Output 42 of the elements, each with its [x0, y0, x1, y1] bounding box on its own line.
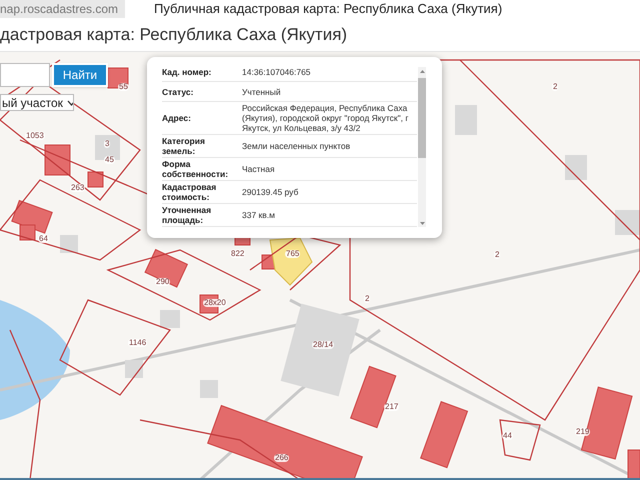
parcel-number: 1146 [128, 339, 148, 347]
parcel-number: 266 [274, 454, 290, 462]
scroll-up-icon[interactable] [420, 70, 424, 72]
field-label: Уточненная площадь: [162, 205, 212, 225]
parcel-number: 45 [104, 156, 115, 164]
field-label: Адрес: [162, 113, 192, 123]
scrollbar[interactable] [418, 67, 426, 227]
parcel-number: 263 [70, 184, 86, 192]
parcel-number: 290 [155, 278, 170, 286]
parcel-number: 28x20 [203, 299, 227, 307]
field-value: 290139.45 руб [242, 187, 298, 197]
field-label: Статус: [162, 86, 194, 96]
field-value: Земли населенных пунктов [242, 141, 350, 151]
field-value: Российская Федерация, Республика Саха (Якутия), городской округ "город Якутск", г Якутск, ул Кольцевая, з/у 43/2 [242, 103, 410, 133]
parcel-number: 55 [118, 83, 129, 91]
parcel-number: 765 [285, 250, 300, 258]
page-title: Публичная кадастровая карта: Республика Саха (Якутия) [154, 0, 502, 18]
field-value: 14:36:107046:765 [242, 66, 311, 76]
field-label: Форма собственности: [162, 159, 230, 179]
search-field[interactable] [0, 63, 50, 87]
field-value: Учтенный [242, 86, 281, 96]
field-label: Кад. номер: [162, 66, 212, 76]
parcel-number: 1053 [25, 132, 45, 140]
parcel-number: 2 [494, 251, 500, 259]
parcel-type-select[interactable]: ый участок [0, 94, 74, 111]
parcel-number: 28/14 [312, 341, 334, 349]
find-button[interactable]: Найти [52, 63, 108, 87]
field-label: Категория земель: [162, 136, 206, 156]
parcel-number: 217 [384, 403, 400, 411]
parcel-number: 3 [104, 140, 110, 148]
parcel-number: 219 [575, 428, 590, 436]
field-value: Частная [242, 164, 275, 174]
field-label: Кадастровая стоимость: [162, 182, 218, 202]
parcel-number: 44 [502, 432, 513, 440]
chevron-down-icon [66, 100, 73, 106]
parcel-number: 2 [552, 83, 558, 91]
field-value: 337 кв.м [242, 210, 275, 220]
page-heading: дастровая карта: Республика Саха (Якутия) [0, 26, 348, 43]
parcel-number: 64 [38, 235, 49, 243]
scroll-down-icon[interactable] [420, 222, 424, 224]
parcel-number: 2 [364, 295, 370, 303]
parcel-number: 822 [230, 250, 246, 258]
